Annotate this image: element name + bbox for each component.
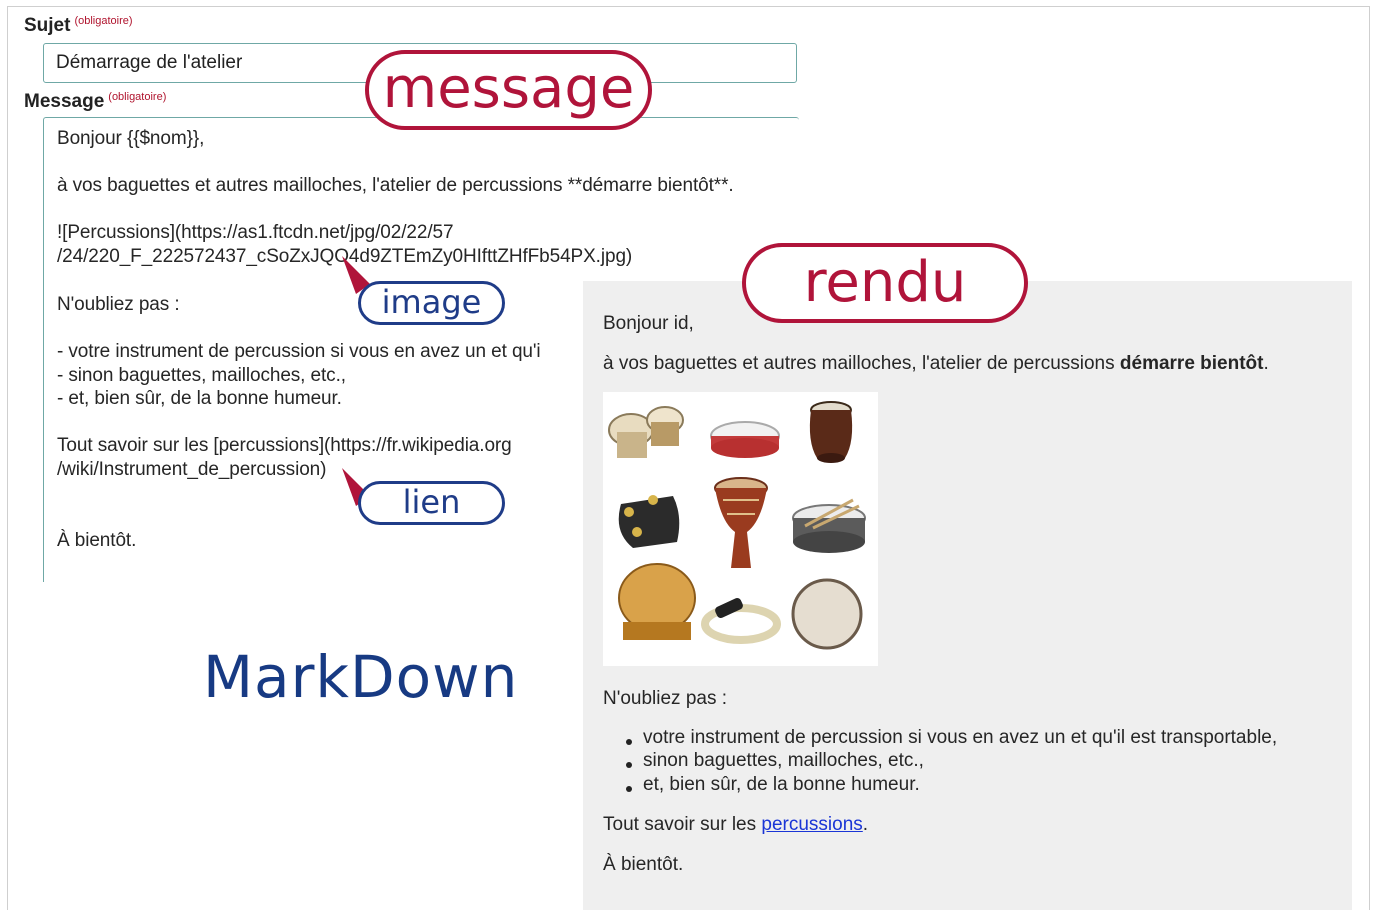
message-required-badge: (obligatoire) <box>108 91 167 103</box>
percussion-illustration <box>608 401 866 650</box>
message-label: Message (obligatoire) <box>24 91 166 113</box>
preview-intro-text: à vos baguettes et autres mailloches, l'… <box>603 353 1120 374</box>
preview-reminder: N'oubliez pas : <box>603 688 728 709</box>
bullet-dot <box>626 762 632 768</box>
preview-link-line: Tout savoir sur les percussions. <box>603 814 868 836</box>
message-line: - sinon baguettes, mailloches, etc., <box>57 365 346 386</box>
preview-bullet-item: votre instrument de percussion si vous e… <box>643 727 1278 748</box>
bullet-dot <box>626 739 632 745</box>
message-line: /wiki/Instrument_de_percussion) <box>57 459 327 480</box>
message-line: à vos baguettes et autres mailloches, l'… <box>57 175 734 196</box>
percussion-instruments-image <box>603 392 878 666</box>
message-line: ![Percussions](https://as1.ftcdn.net/jpg… <box>57 222 454 243</box>
message-line: - votre instrument de percussion si vous… <box>57 341 541 362</box>
preview-link-suffix: . <box>862 814 869 835</box>
message-line: N'oubliez pas : <box>57 294 180 315</box>
rendu-callout: rendu <box>742 243 1028 323</box>
message-line: À bientôt. <box>57 530 137 551</box>
image-callout: image <box>358 281 505 325</box>
preview-link-prefix: Tout savoir sur les <box>603 814 762 835</box>
preview-intro: à vos baguettes et autres mailloches, l'… <box>603 353 1269 375</box>
subject-required-badge: (obligatoire) <box>74 15 133 27</box>
percussions-link[interactable]: percussions <box>761 814 862 835</box>
message-line: Tout savoir sur les [percussions](https:… <box>57 435 512 456</box>
subject-label-text: Sujet <box>24 15 71 36</box>
bullet-dot <box>626 786 632 792</box>
message-label-text: Message <box>24 91 105 112</box>
preview-greeting: Bonjour id, <box>603 313 694 334</box>
link-callout: lien <box>358 481 505 525</box>
preview-bullet-item: et, bien sûr, de la bonne humeur. <box>643 774 920 795</box>
markdown-title: MarkDown <box>203 643 519 711</box>
preview-bullet-item: sinon baguettes, mailloches, etc., <box>643 750 924 771</box>
message-line: Bonjour {{$nom}}, <box>57 128 205 149</box>
preview-closing: À bientôt. <box>603 854 684 875</box>
message-line: - et, bien sûr, de la bonne humeur. <box>57 388 342 409</box>
subject-label: Sujet (obligatoire) <box>24 15 133 37</box>
message-callout: message <box>365 50 652 130</box>
subject-value: Démarrage de l'atelier <box>56 52 243 73</box>
preview-intro-bold: démarre bientôt <box>1119 353 1264 374</box>
preview-intro-end: . <box>1263 353 1269 374</box>
